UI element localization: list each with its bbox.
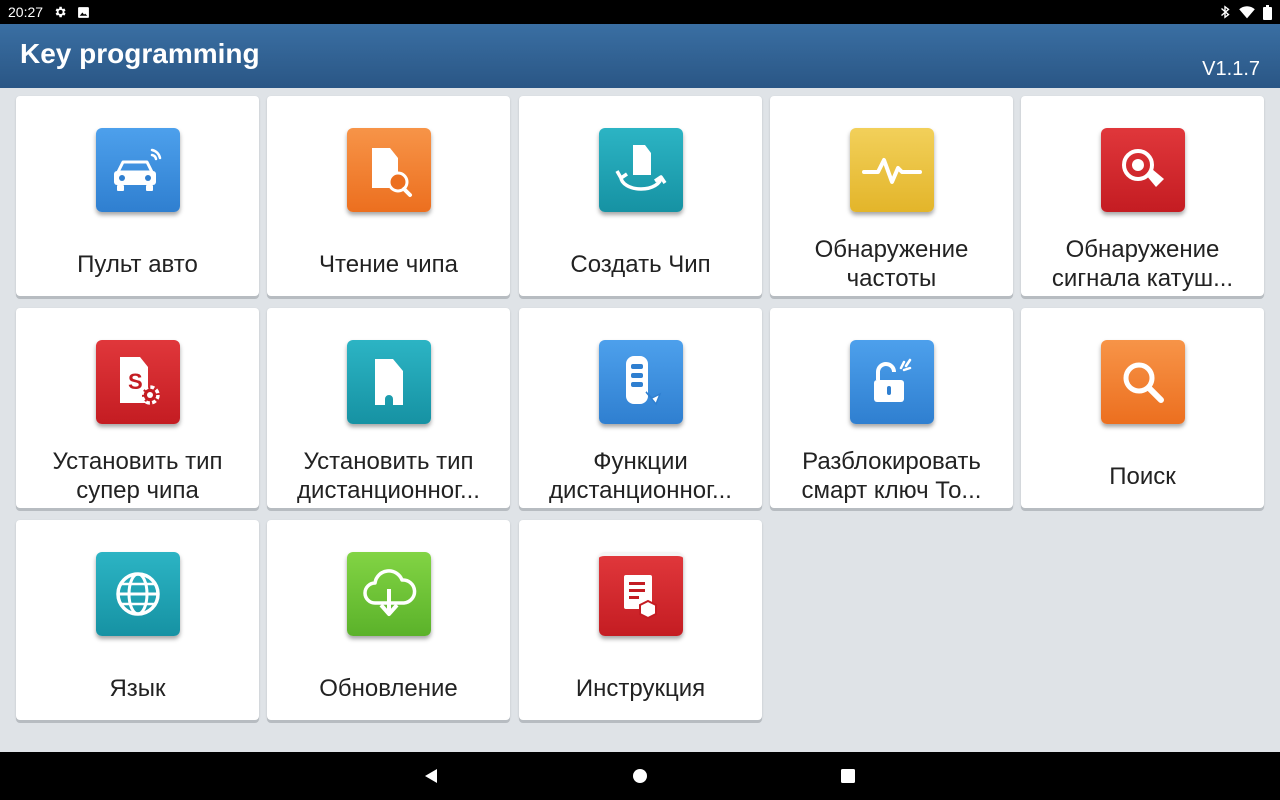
tile-super-chip[interactable]: S Установить тип супер чипа xyxy=(16,308,259,508)
tile-label: Установить тип супер чипа xyxy=(52,448,223,504)
remote-type-icon xyxy=(347,340,431,424)
status-bar: 20:27 xyxy=(0,0,1280,24)
tile-frequency[interactable]: Обнаружение частоты xyxy=(770,96,1013,296)
battery-icon xyxy=(1263,4,1272,20)
page-title: Key programming xyxy=(20,38,260,69)
bluetooth-icon xyxy=(1219,5,1231,19)
tile-manual[interactable]: Инструкция xyxy=(519,520,762,720)
globe-icon xyxy=(96,552,180,636)
car-remote-icon xyxy=(96,128,180,212)
status-time: 20:27 xyxy=(8,4,44,20)
tile-label: Обновление xyxy=(319,674,458,702)
image-icon xyxy=(77,6,90,19)
wifi-icon xyxy=(1239,5,1255,19)
frequency-icon xyxy=(850,128,934,212)
svg-text:S: S xyxy=(128,369,143,394)
create-chip-icon xyxy=(599,128,683,212)
tile-remote-functions[interactable]: Функции дистанционног... xyxy=(519,308,762,508)
tile-label: Создать Чип xyxy=(570,250,711,278)
tile-chip-read[interactable]: Чтение чипа xyxy=(267,96,510,296)
version-label: V1.1.7 xyxy=(1202,58,1260,80)
tile-label: Чтение чипа xyxy=(319,250,458,278)
tile-label: Инструкция xyxy=(575,674,706,702)
tile-search[interactable]: Поиск xyxy=(1021,308,1264,508)
manual-book-icon xyxy=(599,552,683,636)
navigation-bar xyxy=(0,752,1280,800)
unlock-icon xyxy=(850,340,934,424)
tile-label: Установить тип дистанционног... xyxy=(297,448,480,504)
tile-remote-type[interactable]: Установить тип дистанционног... xyxy=(267,308,510,508)
tile-label: Пульт авто xyxy=(77,250,198,278)
tile-coil-signal[interactable]: Обнаружение сигнала катуш... xyxy=(1021,96,1264,296)
super-chip-icon: S xyxy=(96,340,180,424)
remote-functions-icon xyxy=(599,340,683,424)
back-icon[interactable] xyxy=(419,764,443,788)
cloud-download-icon xyxy=(347,552,431,636)
tile-label: Язык xyxy=(109,674,166,702)
home-icon[interactable] xyxy=(628,764,652,788)
tile-label: Разблокировать смарт ключ То... xyxy=(801,448,982,504)
gear-icon xyxy=(53,5,67,19)
recents-icon[interactable] xyxy=(836,764,860,788)
tile-label: Обнаружение сигнала катуш... xyxy=(1051,236,1234,292)
coil-signal-icon xyxy=(1101,128,1185,212)
tile-update[interactable]: Обновление xyxy=(267,520,510,720)
app-header: Key programming V1.1.7 xyxy=(0,24,1280,88)
tile-label: Обнаружение частоты xyxy=(814,236,969,292)
tile-unlock-smart-key[interactable]: Разблокировать смарт ключ То... xyxy=(770,308,1013,508)
tile-language[interactable]: Язык xyxy=(16,520,259,720)
tile-create-chip[interactable]: Создать Чип xyxy=(519,96,762,296)
chip-read-icon xyxy=(347,128,431,212)
tile-car-remote[interactable]: Пульт авто xyxy=(16,96,259,296)
tile-label: Поиск xyxy=(1109,462,1176,490)
tile-label: Функции дистанционног... xyxy=(549,448,732,504)
search-icon xyxy=(1101,340,1185,424)
